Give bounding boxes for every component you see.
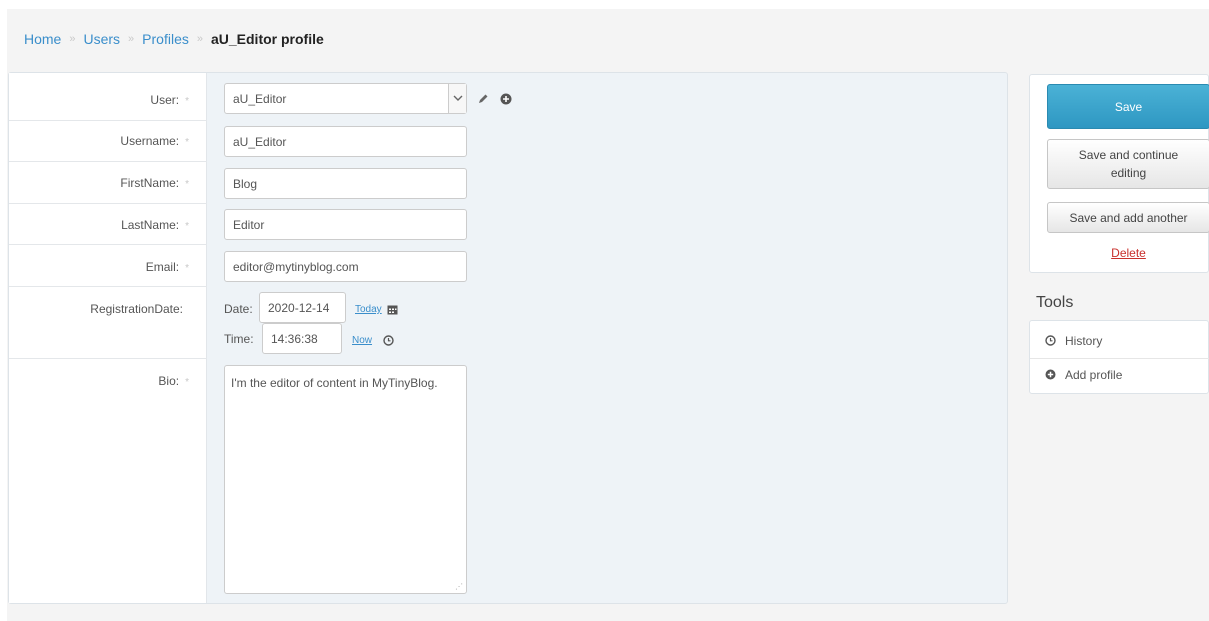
save-and-continue-button[interactable]: Save and continue editing — [1047, 139, 1209, 189]
breadcrumb-separator: » — [196, 33, 203, 45]
user-label: User: * — [150, 93, 189, 107]
form-label-column: User: * Username: * FirstName: * LastName: *… — [9, 73, 207, 603]
row-divider — [9, 286, 207, 287]
date-input[interactable]: 2020-12-14 — [259, 292, 346, 323]
breadcrumb: Home » Users » Profiles » aU_Editor prof… — [24, 30, 324, 48]
time-input[interactable]: 14:36:38 — [262, 323, 342, 354]
firstname-value: Blog — [233, 176, 258, 191]
breadcrumb-users-link[interactable]: Users — [83, 31, 120, 47]
breadcrumb-separator: » — [69, 33, 76, 45]
email-value: editor@mytinyblog.com — [233, 259, 359, 274]
date-value: 2020-12-14 — [268, 300, 330, 315]
tools-history-label: History — [1065, 334, 1103, 348]
tools-add-profile-link[interactable]: Add profile — [1030, 357, 1209, 392]
bio-label: Bio: * — [158, 374, 189, 388]
tools-panel: History Add profile — [1029, 320, 1209, 394]
date-label: Date: — [224, 302, 253, 316]
bio-value: I'm the editor of content in MyTinyBlog. — [231, 376, 438, 390]
breadcrumb-current: aU_Editor profile — [210, 31, 324, 47]
user-select-value: aU_Editor — [233, 91, 287, 106]
lastname-input[interactable]: Editor — [224, 209, 467, 240]
lastname-label: LastName: * — [121, 218, 189, 232]
breadcrumb-home-link[interactable]: Home — [24, 31, 61, 47]
row-divider — [9, 358, 207, 359]
resize-grip-icon[interactable]: ⋰ — [455, 582, 463, 591]
calendar-icon[interactable] — [386, 303, 398, 315]
time-label: Time: — [224, 332, 254, 346]
firstname-label: FirstName: * — [120, 176, 189, 190]
today-link[interactable]: Today — [355, 304, 382, 315]
plus-circle-icon — [1045, 369, 1057, 381]
row-divider — [9, 120, 207, 121]
now-link[interactable]: Now — [352, 335, 372, 346]
delete-link[interactable]: Delete — [1047, 245, 1209, 261]
tools-add-profile-label: Add profile — [1065, 367, 1123, 382]
clock-icon — [1045, 335, 1057, 347]
actions-panel: Save Save and continue editing Save and … — [1029, 74, 1209, 273]
breadcrumb-profiles-link[interactable]: Profiles — [142, 31, 189, 47]
tools-title: Tools — [1036, 294, 1074, 311]
bio-textarea[interactable]: I'm the editor of content in MyTinyBlog.… — [224, 365, 467, 594]
lastname-value: Editor — [233, 217, 265, 232]
breadcrumb-separator: » — [128, 33, 135, 45]
row-divider — [9, 244, 207, 245]
username-value: aU_Editor — [233, 134, 287, 149]
edit-pencil-icon[interactable] — [476, 92, 490, 106]
registration-date-label: RegistrationDate: — [90, 302, 183, 316]
clock-icon[interactable] — [382, 334, 394, 346]
time-value: 14:36:38 — [271, 331, 318, 346]
username-input[interactable]: aU_Editor — [224, 126, 467, 157]
row-divider — [9, 203, 207, 204]
add-user-plus-icon[interactable] — [499, 92, 513, 106]
tools-history-link[interactable]: History — [1030, 324, 1209, 359]
firstname-input[interactable]: Blog — [224, 168, 467, 199]
email-input[interactable]: editor@mytinyblog.com — [224, 251, 467, 282]
username-label: Username: * — [120, 134, 189, 148]
user-select[interactable]: aU_Editor — [224, 83, 467, 114]
email-label: Email: * — [145, 260, 189, 274]
save-and-add-another-button[interactable]: Save and add another — [1047, 202, 1209, 233]
row-divider — [9, 161, 207, 162]
save-button[interactable]: Save — [1047, 84, 1209, 129]
chevron-down-icon — [448, 84, 466, 113]
profile-form: User: * Username: * FirstName: * LastName: *… — [8, 72, 1008, 604]
